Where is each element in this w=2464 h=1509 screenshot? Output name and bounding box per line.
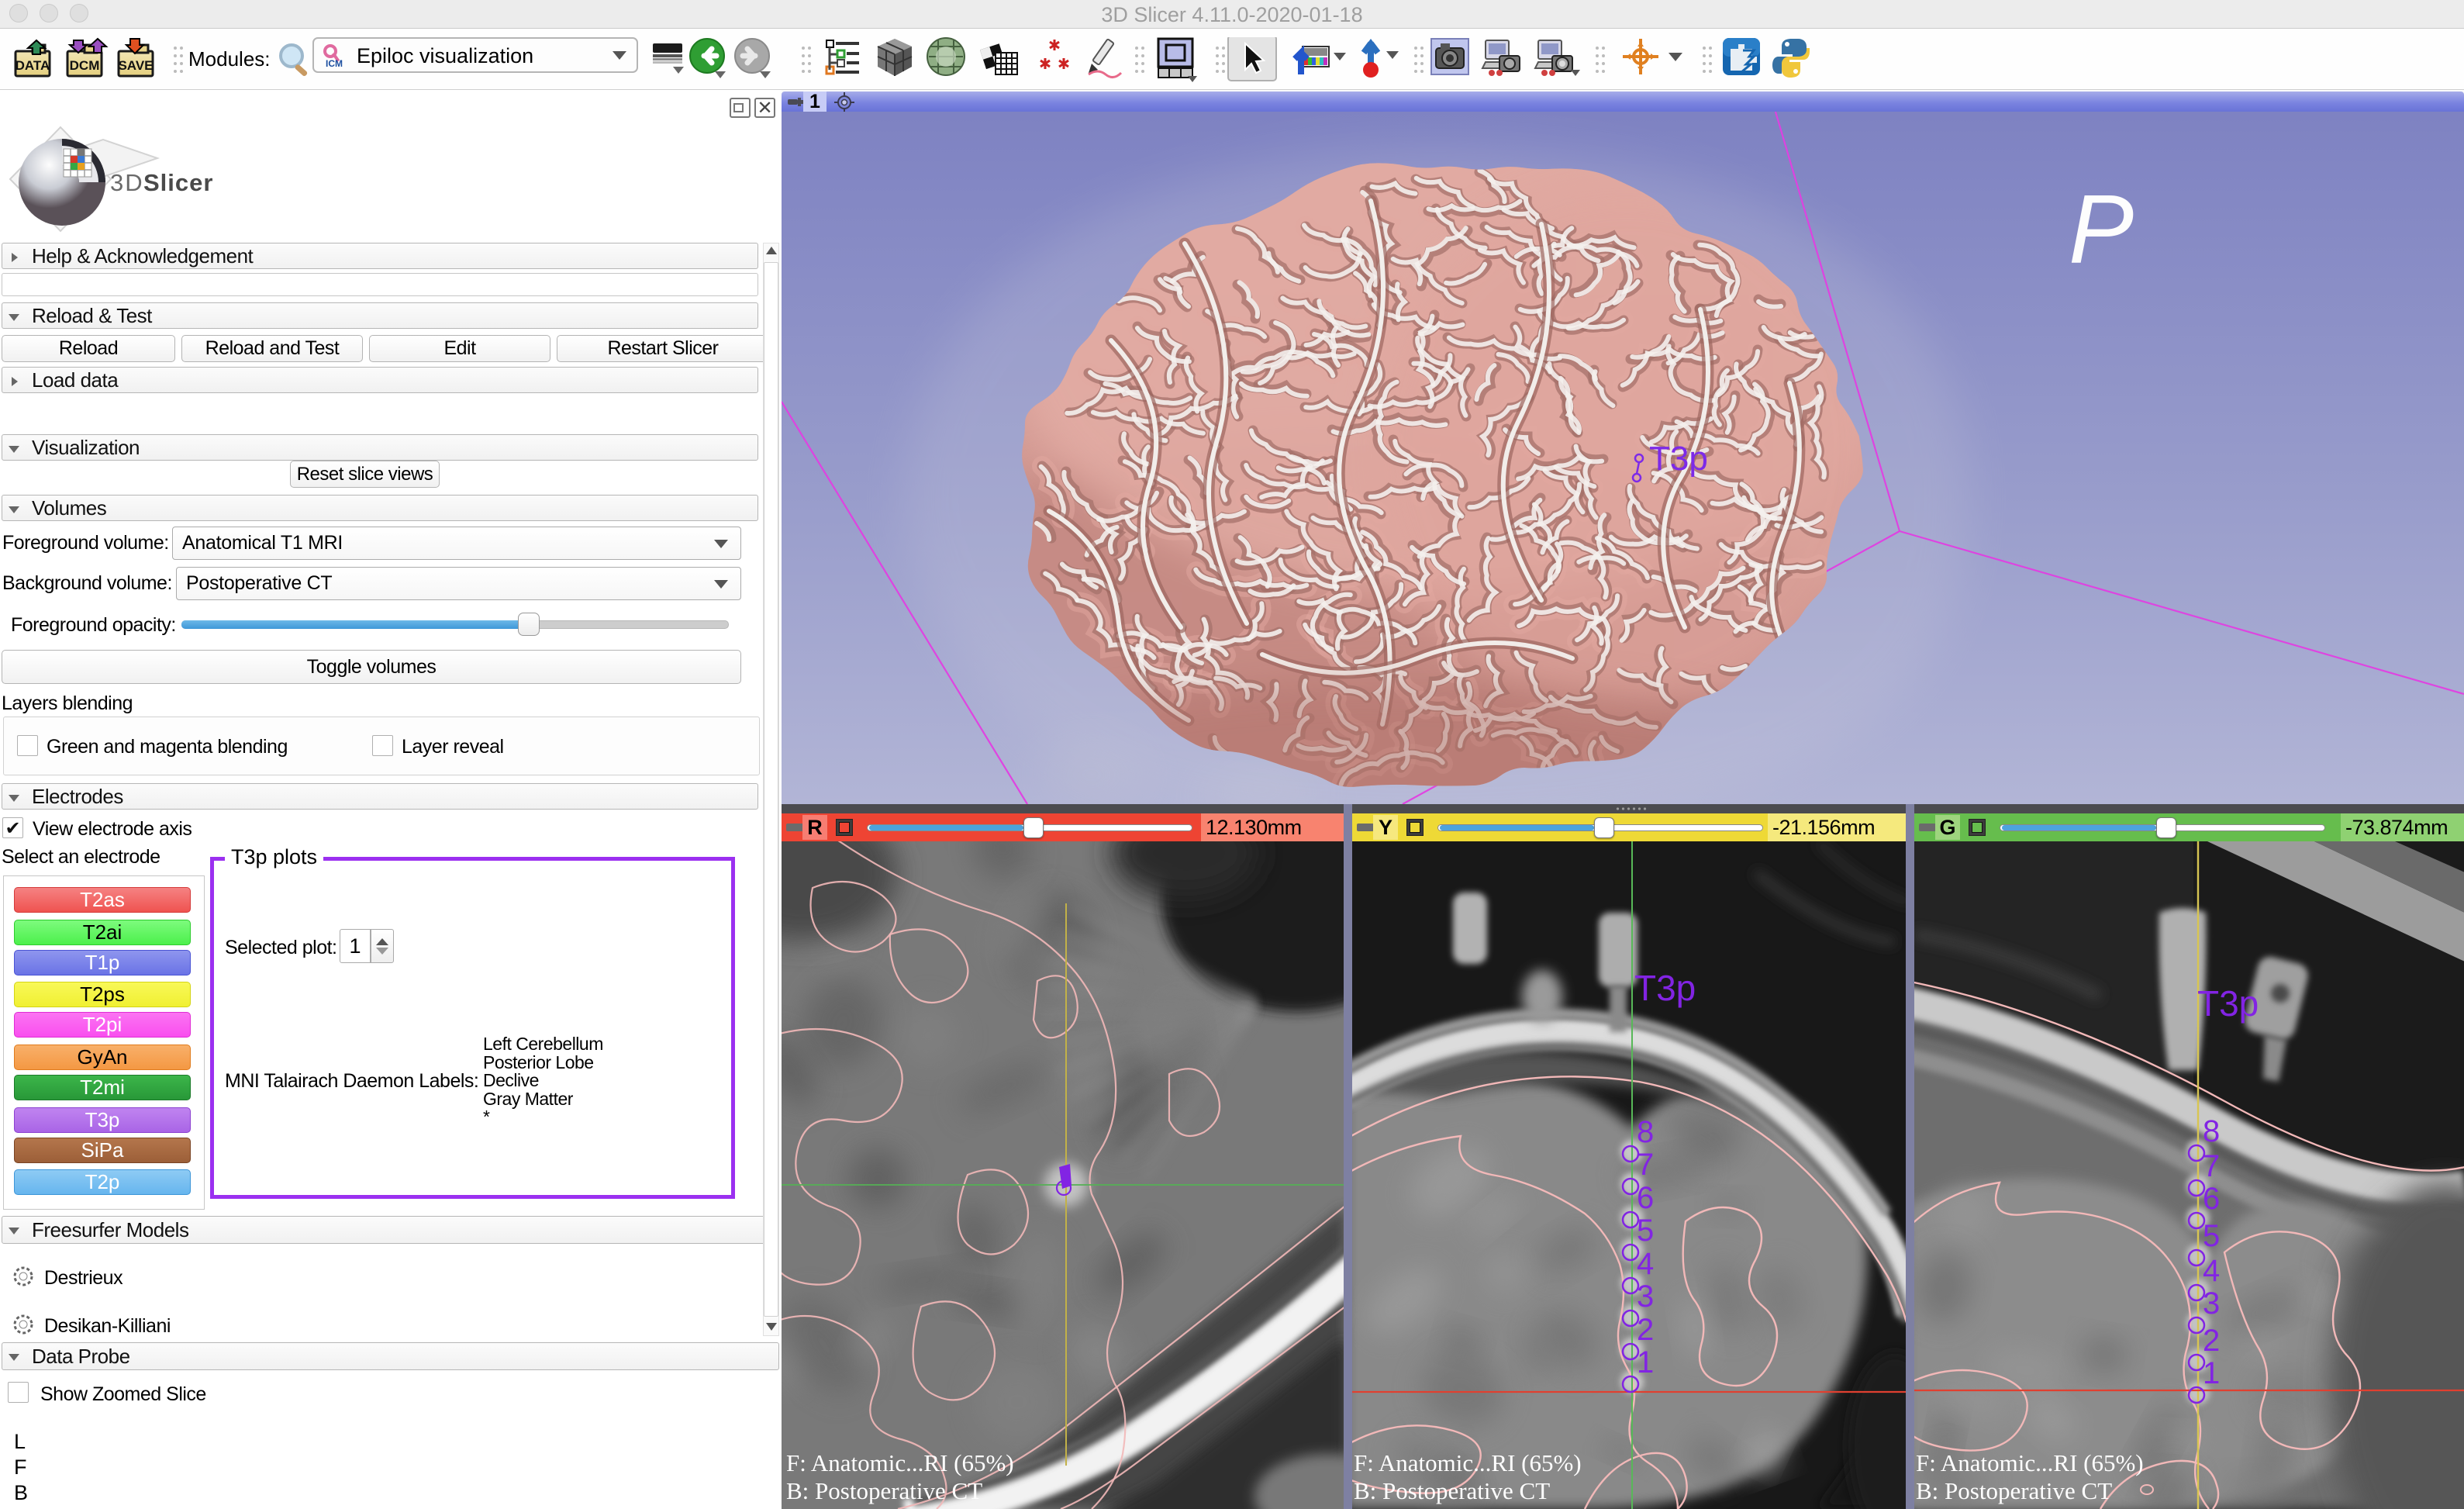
svg-text:8: 8 (2203, 1114, 2220, 1148)
svg-text:2: 2 (1637, 1313, 1654, 1347)
svg-text:T3p: T3p (1649, 440, 1708, 478)
svg-text:6: 6 (1637, 1181, 1654, 1215)
svg-text:1: 1 (2203, 1356, 2220, 1390)
svg-text:5: 5 (1637, 1214, 1654, 1248)
svg-text:P: P (2069, 174, 2134, 284)
svg-text:T3p: T3p (2197, 983, 2259, 1024)
svg-text:DCM: DCM (70, 58, 100, 73)
svg-text:F: Anatomic...RI (65%): F: Anatomic...RI (65%) (1354, 1449, 1582, 1476)
svg-text:1: 1 (1637, 1345, 1654, 1380)
svg-text:6: 6 (2203, 1182, 2220, 1216)
svg-text:4: 4 (1637, 1247, 1654, 1281)
svg-text:B: Postoperative CT: B: Postoperative CT (1354, 1477, 1550, 1504)
svg-text:3: 3 (2203, 1286, 2220, 1321)
svg-text:ICM: ICM (326, 58, 343, 69)
svg-text:3: 3 (1637, 1279, 1654, 1314)
svg-text:Epiloc visualization: Epiloc visualization (357, 44, 533, 67)
svg-text:2: 2 (2203, 1324, 2220, 1358)
svg-text:SAVE: SAVE (118, 58, 153, 73)
svg-text:8: 8 (1637, 1115, 1654, 1149)
svg-text:Slicer: Slicer (143, 169, 213, 196)
svg-text:Modules:: Modules: (188, 47, 271, 71)
svg-text:5: 5 (2203, 1219, 2220, 1253)
svg-text:F: Anatomic...RI (65%): F: Anatomic...RI (65%) (786, 1449, 1014, 1476)
svg-text:7: 7 (1637, 1148, 1654, 1182)
svg-text:7: 7 (2203, 1149, 2220, 1183)
svg-text:B: Postoperative CT: B: Postoperative CT (786, 1477, 982, 1504)
svg-text:4: 4 (2203, 1254, 2220, 1288)
svg-text:B: Postoperative CT: B: Postoperative CT (1916, 1477, 2112, 1504)
svg-text:T3p: T3p (1634, 968, 1696, 1008)
svg-text:DATA: DATA (16, 58, 50, 73)
svg-text:F: Anatomic...RI (65%): F: Anatomic...RI (65%) (1916, 1449, 2144, 1476)
svg-text:3D: 3D (110, 169, 144, 196)
